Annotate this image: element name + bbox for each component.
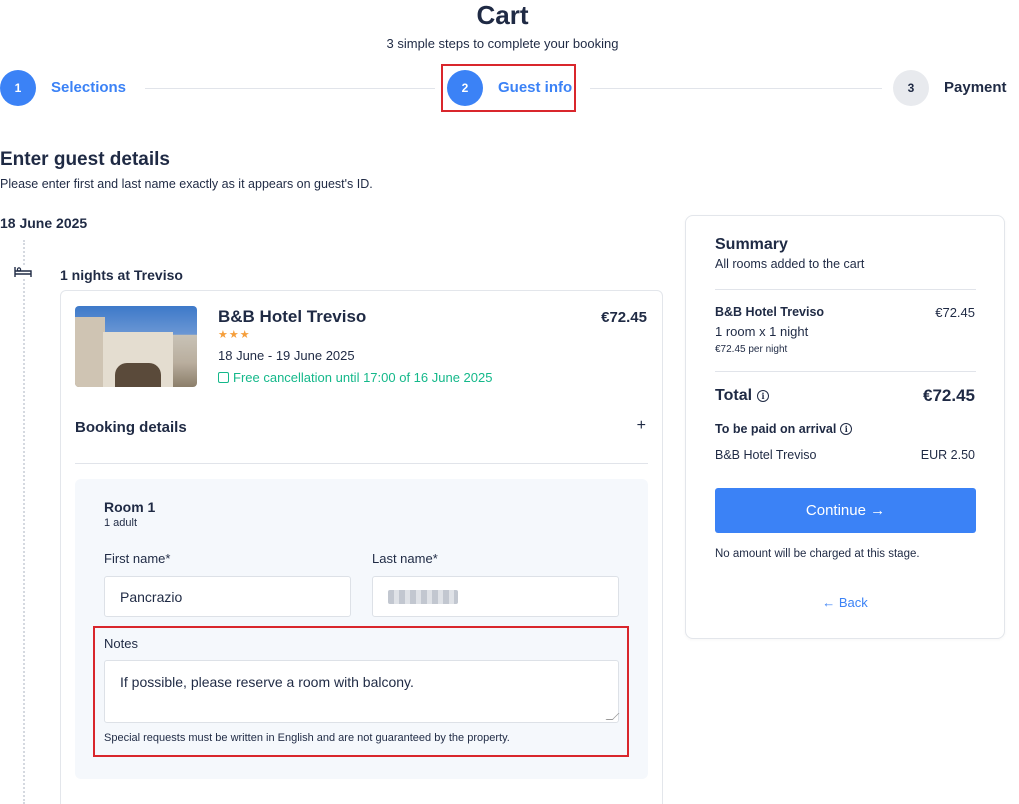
notes-highlight [93, 626, 629, 757]
room-title: Room 1 [104, 499, 156, 515]
step-3-number: 3 [893, 70, 929, 106]
info-icon[interactable]: i [757, 390, 770, 402]
page-subtitle: 3 simple steps to complete your booking [386, 36, 619, 51]
step-highlight [441, 64, 576, 112]
guest-details-subtitle: Please enter first and last name exactly… [0, 177, 373, 191]
calendar-check-icon [218, 372, 229, 383]
summary-subtitle: All rooms added to the cart [715, 257, 865, 271]
nights-label: 1 nights at Treviso [60, 267, 183, 283]
continue-button[interactable]: Continue → [715, 488, 976, 533]
step-connector [145, 88, 435, 89]
blurred-last-name [388, 589, 458, 604]
divider [75, 463, 648, 464]
summary-hotel-price: €72.45 [935, 305, 975, 320]
summary-per-night: €72.45 per night [715, 344, 788, 355]
summary-rooms: 1 room x 1 night [715, 324, 809, 339]
room-occupancy: 1 adult [104, 517, 138, 529]
step-1-label[interactable]: Selections [51, 79, 126, 96]
page-header: Cart 3 simple steps to complete your boo… [0, 0, 1005, 51]
free-cancellation: Free cancellation until 17:00 of 16 June… [218, 370, 492, 385]
stay-date: 18 June 2025 [0, 215, 88, 231]
booking-details-toggle[interactable]: Booking details [75, 419, 187, 436]
total-value: €72.45 [923, 386, 975, 405]
divider [715, 371, 976, 372]
back-link[interactable]: ← Back [686, 595, 1004, 610]
pay-on-arrival-label: To be paid on arrival i [715, 422, 853, 436]
summary-hotel-name: B&B Hotel Treviso [715, 305, 825, 319]
hotel-name: B&B Hotel Treviso [218, 307, 367, 326]
bed-icon [13, 265, 33, 279]
step-3-label: Payment [944, 79, 1007, 96]
plus-icon[interactable]: + [637, 417, 646, 435]
hotel-dates: 18 June - 19 June 2025 [218, 348, 355, 363]
step-1-number[interactable]: 1 [0, 70, 36, 106]
divider [715, 289, 976, 290]
star-rating: ★★★ [218, 329, 251, 341]
hotel-photo [75, 306, 197, 387]
arrival-hotel-name: B&B Hotel Treviso [715, 448, 817, 462]
total-text: Total [715, 387, 753, 404]
last-name-input[interactable] [372, 576, 619, 617]
hotel-price: €72.45 [601, 309, 647, 326]
info-icon[interactable]: i [840, 423, 853, 435]
summary-title: Summary [715, 236, 788, 253]
page-title: Cart [476, 0, 529, 30]
timeline-line [23, 240, 25, 804]
guest-details-title: Enter guest details [0, 149, 170, 170]
summary-panel: Summary All rooms added to the cart B&B … [685, 215, 1005, 639]
last-name-label: Last name* [372, 551, 438, 566]
total-label: Total i [715, 387, 770, 405]
first-name-input[interactable]: Pancrazio [104, 576, 351, 617]
pay-on-arrival-text: To be paid on arrival [715, 422, 837, 436]
first-name-label: First name* [104, 551, 171, 566]
no-charge-notice: No amount will be charged at this stage. [715, 548, 920, 560]
arrival-amount: EUR 2.50 [920, 448, 975, 462]
step-connector [590, 88, 882, 89]
free-cancellation-text: Free cancellation until 17:00 of 16 June… [233, 370, 493, 385]
